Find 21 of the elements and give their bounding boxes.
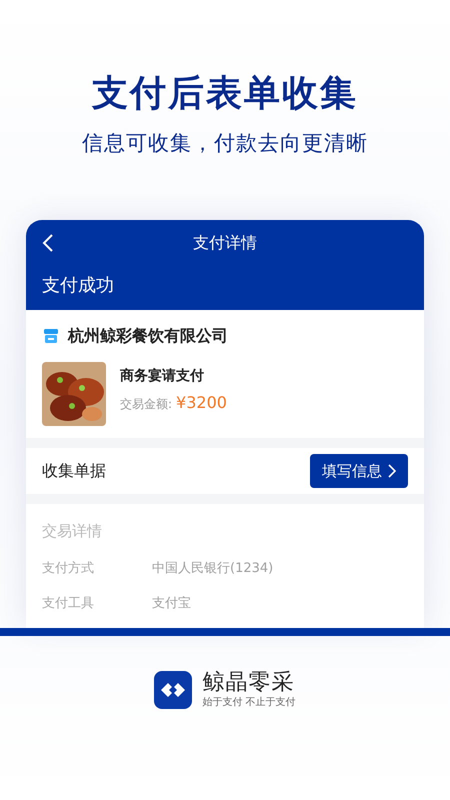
brand-name: 鲸晶零采 [202, 670, 296, 696]
order-title: 商务宴请支付 [120, 366, 205, 386]
merchant-name: 杭州鲸彩餐饮有限公司 [68, 325, 228, 347]
chevron-icon [388, 464, 396, 478]
details-title: 交易详情 [42, 521, 103, 542]
nav-title: 支付详情 [193, 232, 257, 254]
shop-icon [42, 327, 60, 345]
amount-value: ¥3200 [176, 392, 227, 414]
status-title: 支付成功 [42, 274, 115, 298]
collect-label: 收集单据 [42, 460, 106, 482]
headline: 支付后表单收集 [92, 72, 358, 116]
detail-value: 支付宝 [152, 595, 191, 613]
fill-info-button[interactable]: 填写信息 [310, 454, 408, 488]
amount-label: 交易金额: [120, 396, 172, 413]
detail-value: 中国人民银行(1234) [152, 560, 274, 578]
brand-tagline: 始于支付 不止于支付 [202, 696, 296, 710]
detail-label: 支付方式 [42, 560, 95, 578]
detail-label: 支付工具 [42, 595, 95, 613]
subtitle: 信息可收集，付款去向更清晰 [82, 130, 368, 157]
back-icon [42, 233, 54, 253]
logo-icon [154, 671, 192, 709]
